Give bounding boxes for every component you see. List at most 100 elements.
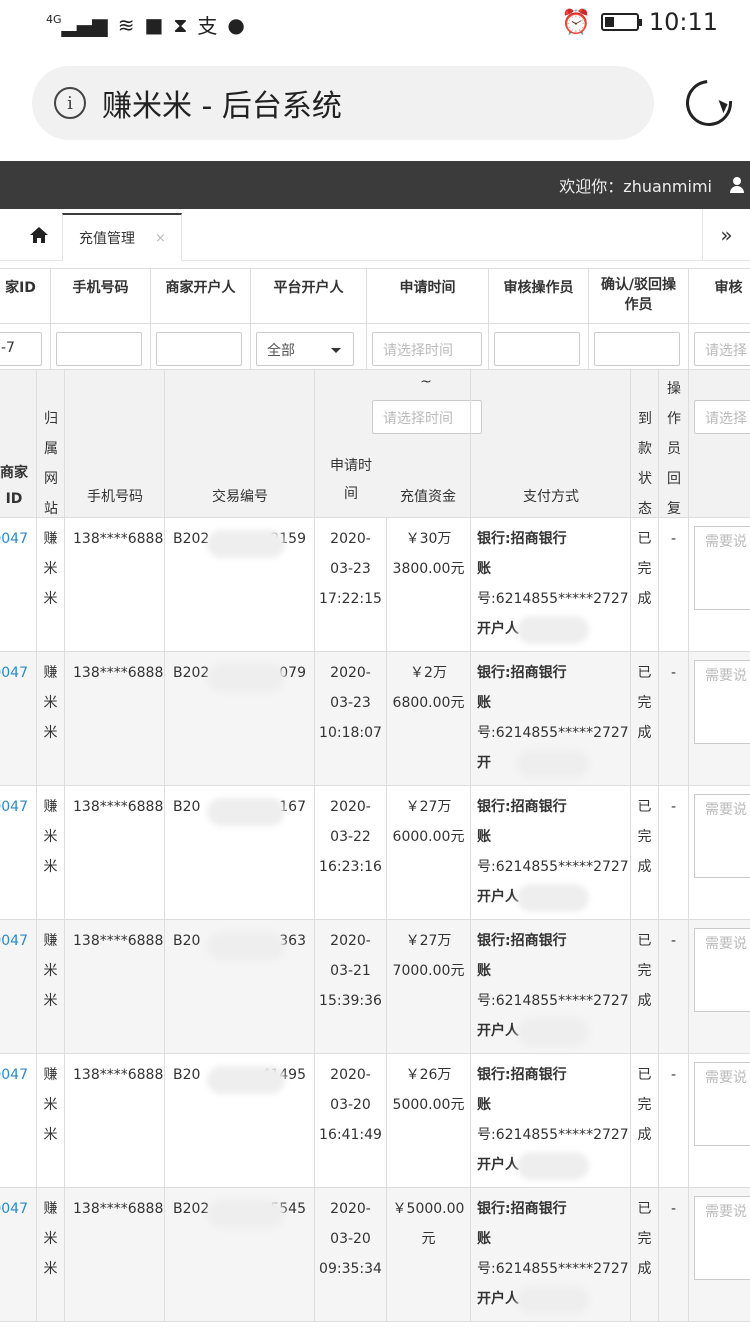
amount-line1: ￥27万 <box>405 933 452 949</box>
battery-icon <box>600 13 642 31</box>
table-row: 0047赚米米138****6888B20221592020-03-2317:2… <box>0 518 750 652</box>
table-row: 0047赚米米138****6888B20414952020-03-2016:4… <box>0 1054 750 1188</box>
note-textarea[interactable]: 需要说 <box>694 794 750 878</box>
account-number: 号:6214855*****2727 <box>477 1127 629 1143</box>
th-merchant-id: 商家 ID <box>0 465 28 507</box>
site-name: 赚米米 <box>43 799 58 875</box>
status-icons-right: ⏰ 10:11 <box>561 8 718 36</box>
apply-date-md: 03-23 <box>330 561 371 577</box>
redaction <box>207 530 285 558</box>
th-pay-method: 支付方式 <box>523 489 579 505</box>
col-platform-holder: 平台开户人 <box>250 269 366 325</box>
merchant-id-link[interactable]: 0047 <box>0 1201 28 1217</box>
filter-header: 家ID 手机号码 商家开户人 平台开户人 申请时间 审核操作员 确认/驳回操 作… <box>0 268 750 325</box>
note-textarea[interactable]: 需要说 <box>694 1196 750 1280</box>
address-bar[interactable]: i 赚米米 - 后台系统 <box>32 66 654 140</box>
amount-line2: 6800.00元 <box>392 695 465 711</box>
reload-icon[interactable] <box>676 70 742 136</box>
merchant-holder-input[interactable] <box>156 332 242 366</box>
bank-name: 银行:招商银行 <box>477 1067 567 1083</box>
th-site: 归属网站 <box>44 411 58 517</box>
note-textarea[interactable]: 需要说 <box>694 928 750 1012</box>
trade-no-prefix: B202 <box>173 665 210 681</box>
note-textarea[interactable]: 需要说 <box>694 1062 750 1146</box>
trade-no-prefix: B20 <box>173 1067 201 1083</box>
table-row: 0047赚米米138****6888B20255452020-03-2009:3… <box>0 1188 750 1322</box>
bank-name: 银行:招商银行 <box>477 933 567 949</box>
amount-line1: ￥30万 <box>405 531 452 547</box>
th-status: 到款状态 <box>638 411 652 517</box>
clock: 10:11 <box>648 8 718 36</box>
account-label: 账 <box>477 561 491 577</box>
apply-time: 15:39:36 <box>319 993 382 1009</box>
close-icon[interactable]: × <box>155 231 166 246</box>
info-icon[interactable]: i <box>54 87 86 119</box>
end-time-input[interactable]: 请选择时间 <box>372 400 482 434</box>
apply-date-md: 03-20 <box>330 1231 371 1247</box>
status-icons-left: 4G▂▄▆ ≋ ■ ⧗ 支 ● <box>46 10 245 39</box>
apply-time: 16:41:49 <box>319 1127 382 1143</box>
redaction <box>517 750 589 778</box>
redaction <box>517 1152 589 1180</box>
alarm-icon: ⏰ <box>560 8 591 36</box>
redaction <box>517 884 589 912</box>
operator-reply: - <box>670 799 677 815</box>
merchant-id-link[interactable]: 0047 <box>0 531 28 547</box>
note-textarea[interactable]: 需要说 <box>694 660 750 744</box>
redaction <box>207 1066 285 1094</box>
amount-line2: 5000.00元 <box>392 1097 465 1113</box>
phone-number: 138****6888 <box>73 665 164 681</box>
merchant-id-link[interactable]: 0047 <box>0 933 28 949</box>
account-label: 账 <box>477 963 491 979</box>
account-number: 号:6214855*****2727 <box>477 591 629 607</box>
phone-number: 138****6888 <box>73 1067 164 1083</box>
trade-no-prefix: B202 <box>173 1201 210 1217</box>
page-title: 赚米米 - 后台系统 <box>102 89 342 124</box>
wifi-icon: ≋ <box>117 12 135 37</box>
account-label: 账 <box>477 695 491 711</box>
bank-name: 银行:招商银行 <box>477 1201 567 1217</box>
table-row: 0047赚米米138****6888B203632020-03-2115:39:… <box>0 920 750 1054</box>
redaction <box>517 1286 589 1314</box>
status-badge: 已完成 <box>637 1067 652 1143</box>
home-icon[interactable] <box>16 209 62 261</box>
user-icon[interactable] <box>730 177 744 193</box>
amount-line1: ￥2万 <box>410 665 447 681</box>
more-tabs-icon[interactable]: » <box>702 209 750 261</box>
col-apply-time: 申请时间 <box>366 269 488 325</box>
apply-date-md: 03-23 <box>330 695 371 711</box>
apply-date: 2020- <box>330 799 371 815</box>
col-confirm-operator: 确认/驳回操 作员 <box>588 269 688 325</box>
note-textarea[interactable]: 需要说 <box>694 526 750 610</box>
alipay-icon: 支 <box>197 14 218 38</box>
table-row: 0047赚米米138****6888B201672020-03-2216:23:… <box>0 786 750 920</box>
merchant-id-link[interactable]: 0047 <box>0 1067 28 1083</box>
redaction <box>207 1200 285 1228</box>
col-audit: 审核 <box>688 269 750 325</box>
phone-number: 138****6888 <box>73 799 164 815</box>
auditor-input[interactable] <box>494 332 580 366</box>
select-value: 全部 <box>267 343 295 359</box>
th-operator-reply: 操作员回复 <box>667 381 681 517</box>
status-badge: 已完成 <box>637 799 652 875</box>
audit-end-time-input[interactable]: 请选择 <box>694 400 750 434</box>
audit-time-input[interactable]: 请选择 <box>694 332 750 366</box>
apply-date: 2020- <box>330 1067 371 1083</box>
caret-down-icon <box>331 348 341 358</box>
phone-input[interactable] <box>56 332 142 366</box>
start-time-input[interactable]: 请选择时间 <box>372 332 482 366</box>
merchant-id-link[interactable]: 0047 <box>0 665 28 681</box>
col-auditor: 审核操作员 <box>488 269 588 325</box>
merchant-id-link[interactable]: 0047 <box>0 799 28 815</box>
tab-recharge-management[interactable]: 充值管理 × <box>62 213 182 261</box>
platform-holder-select[interactable]: 全部 <box>256 332 354 366</box>
account-label: 账 <box>477 1231 491 1247</box>
confirm-operator-input[interactable] <box>594 332 680 366</box>
trade-no-prefix: B20 <box>173 933 201 949</box>
phone-number: 138****6888 <box>73 531 164 547</box>
site-name: 赚米米 <box>43 933 58 1009</box>
merchant-id-input[interactable]: -7 <box>0 332 42 366</box>
redaction <box>517 1018 589 1046</box>
hourglass-icon: ⧗ <box>173 12 188 37</box>
apply-date-md: 03-22 <box>330 829 371 845</box>
